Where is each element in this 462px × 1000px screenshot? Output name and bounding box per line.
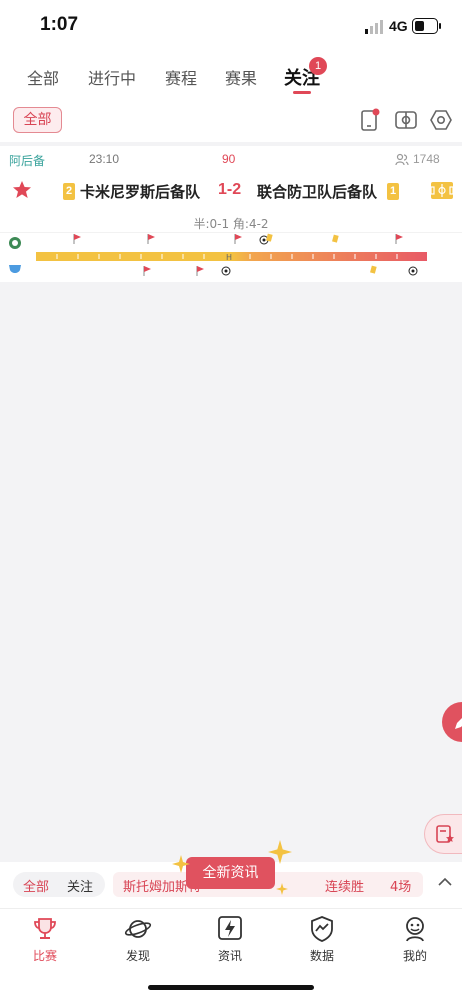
match-score: 1-2 xyxy=(218,181,242,198)
filter-bar: 全部 xyxy=(0,100,462,142)
home-yellow-card-icon xyxy=(332,234,339,243)
status-bar: 1:07 4G xyxy=(0,0,462,55)
match-time: 23:10 xyxy=(89,152,120,166)
sparkle-icon xyxy=(172,855,190,873)
viewer-count-value: 1748 xyxy=(413,152,440,166)
away-corner-flag-icon xyxy=(143,266,151,276)
segment-follow[interactable]: 关注 xyxy=(67,876,93,895)
match-minute: 90 xyxy=(222,152,236,166)
floating-note-button[interactable] xyxy=(424,814,462,854)
home-corner-flag-icon xyxy=(234,234,242,244)
segment-control: 全部 关注 xyxy=(13,872,105,897)
top-tabs: 全部 进行中 赛程 赛果 关注 1 xyxy=(0,55,462,100)
away-corner-flag-icon xyxy=(196,266,204,276)
away-goal-ball-icon xyxy=(221,266,231,276)
event-timeline: H xyxy=(0,232,462,276)
away-rank-badge: 1 xyxy=(387,183,399,200)
chart-shield-icon xyxy=(311,916,333,942)
settings-icon[interactable] xyxy=(429,108,453,132)
planet-icon xyxy=(124,920,152,938)
home-team-name: 卡米尼罗斯后备队 xyxy=(80,183,201,201)
nav-data[interactable]: 数据 xyxy=(292,909,352,969)
profile-icon xyxy=(406,917,424,942)
away-team-logo xyxy=(9,265,21,273)
chevron-up-icon[interactable] xyxy=(437,877,453,887)
nav-discover[interactable]: 发现 xyxy=(108,909,168,969)
sparkle-icon xyxy=(268,840,292,864)
favorite-star-icon[interactable] xyxy=(12,180,32,200)
network-label: 4G xyxy=(389,18,408,34)
status-time: 1:07 xyxy=(40,14,79,35)
live-field-icon[interactable] xyxy=(431,182,453,199)
tab-active-indicator xyxy=(293,91,311,94)
tab-live[interactable]: 进行中 xyxy=(88,65,136,89)
nav-label: 发现 xyxy=(125,949,150,963)
nav-label: 我的 xyxy=(402,949,427,963)
halftime-mark: H xyxy=(226,253,232,262)
nav-match[interactable]: 比赛 xyxy=(15,909,75,969)
new-news-popup[interactable]: 全新资讯 xyxy=(186,857,275,889)
home-corner-flag-icon xyxy=(395,234,403,244)
note-star-icon xyxy=(436,825,454,843)
edit-pencil-icon xyxy=(455,718,462,729)
ticker-count: 4场 xyxy=(390,880,412,895)
nav-label: 比赛 xyxy=(32,949,57,963)
home-corner-flag-icon xyxy=(147,234,155,244)
home-corner-flag-icon xyxy=(73,234,81,244)
segment-all[interactable]: 全部 xyxy=(23,876,49,895)
away-team-name: 联合防卫队后备队 xyxy=(257,183,378,201)
match-card[interactable]: 阿后备 23:10 90 1748 2 卡米尼罗斯后备队 1-2 联合防卫队后备… xyxy=(0,146,462,282)
sparkle-icon xyxy=(276,883,288,895)
away-goal-ball-icon xyxy=(408,266,418,276)
tab-results[interactable]: 赛果 xyxy=(225,65,257,89)
tab-schedule[interactable]: 赛程 xyxy=(165,65,197,89)
trophy-icon xyxy=(34,918,56,939)
home-yellow-card-icon xyxy=(266,233,273,242)
home-rank-badge: 2 xyxy=(63,183,75,200)
ticker-stat: 连续胜 xyxy=(325,880,365,895)
league-name: 阿后备 xyxy=(9,154,46,168)
home-team-logo xyxy=(9,237,21,249)
nav-news[interactable]: 资讯 xyxy=(200,909,260,969)
people-icon xyxy=(395,153,409,166)
pitch-view-icon[interactable] xyxy=(394,108,418,132)
away-yellow-card-icon xyxy=(370,265,377,274)
tab-all[interactable]: 全部 xyxy=(27,65,59,89)
list-empty-area xyxy=(0,282,462,862)
home-indicator xyxy=(148,985,314,990)
viewer-count: 1748 xyxy=(395,152,445,168)
filter-all-chip[interactable]: 全部 xyxy=(13,107,62,133)
signal-icon xyxy=(365,20,383,34)
follow-badge: 1 xyxy=(309,57,327,75)
nav-label: 资讯 xyxy=(217,949,242,963)
news-bolt-icon xyxy=(218,916,242,940)
phone-notify-icon[interactable] xyxy=(358,108,382,132)
battery-icon xyxy=(412,18,441,34)
nav-profile[interactable]: 我的 xyxy=(385,909,445,969)
nav-label: 数据 xyxy=(309,949,334,963)
